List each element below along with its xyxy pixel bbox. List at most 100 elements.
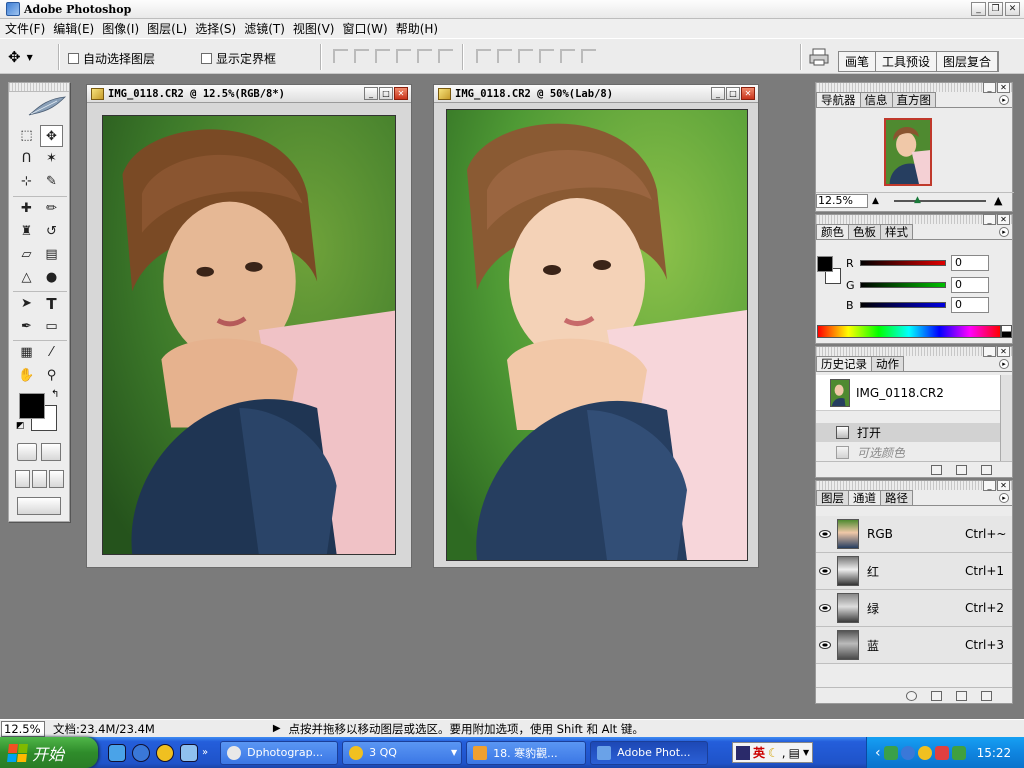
qq-penguin-icon[interactable] [156,743,174,762]
hand-tool-icon[interactable]: ✋ [15,365,38,387]
magic-wand-tool-icon[interactable]: ✶ [40,148,63,170]
palette-menu-icon[interactable]: ▸ [999,95,1009,105]
zoom-slider-thumb[interactable]: ▲ [914,195,921,205]
tab-color[interactable]: 颜色 [816,224,849,239]
palette-grip[interactable]: _ ✕ [816,480,1012,491]
menu-view[interactable]: 视图(V) [293,20,341,37]
distribute-vcenter-icon[interactable] [497,49,512,63]
ime-language-label[interactable]: 英 [753,744,765,761]
black-white-ramp[interactable] [1001,325,1012,338]
quick-launch-more-icon[interactable]: » [202,747,208,758]
new-channel-icon[interactable] [956,690,967,701]
tab-channels[interactable]: 通道 [848,490,881,505]
antivirus-icon[interactable] [934,745,949,760]
doc-close-button[interactable]: ✕ [394,87,408,100]
canvas-image-original[interactable] [102,115,396,555]
desktop-icon[interactable] [180,743,198,762]
new-document-from-state-icon[interactable] [931,464,942,475]
gradient-tool-icon[interactable]: ▤ [40,244,63,266]
tab-histogram[interactable]: 直方图 [891,92,936,107]
palette-menu-icon[interactable]: ▸ [999,493,1009,503]
tool-preset-picker[interactable]: ✥ ▼ [8,47,54,67]
load-channel-as-selection-icon[interactable] [906,690,917,701]
qq-tray-icon[interactable] [917,745,932,760]
well-tab-layer-comps[interactable]: 图层复合 [937,52,999,71]
punctuation-icon[interactable]: , [782,746,786,760]
menu-edit[interactable]: 编辑(E) [53,20,100,37]
blue-slider[interactable] [860,302,946,308]
color-spectrum-bar[interactable] [817,325,1012,338]
menu-window[interactable]: 窗口(W) [342,20,393,37]
eyedropper-tool-icon[interactable]: ⁄ [40,342,63,364]
trash-icon[interactable] [981,464,992,475]
navigator-zoom-field[interactable]: 12.5% [816,193,868,208]
minimize-button[interactable]: _ [971,2,986,16]
red-slider[interactable] [860,260,946,266]
tab-navigator[interactable]: 导航器 [816,92,861,107]
history-brush-tool-icon[interactable]: ↺ [40,221,63,243]
eye-icon[interactable] [819,567,831,575]
align-bottom-icon[interactable] [375,49,390,63]
tab-styles[interactable]: 样式 [880,224,913,239]
distribute-bottom-icon[interactable] [518,49,533,63]
crop-tool-icon[interactable]: ⊹ [15,171,38,193]
channel-row-rgb[interactable]: RGB Ctrl+~ [816,516,1012,553]
tray-expand-icon[interactable]: ‹ [875,745,881,761]
channel-row-blue[interactable]: 蓝 Ctrl+3 [816,627,1012,664]
doc-maximize-button[interactable]: □ [379,87,393,100]
distribute-right-icon[interactable] [581,49,596,63]
screen-mode-full-button[interactable] [49,470,64,488]
feather-logo-icon[interactable] [27,95,67,117]
tab-paths[interactable]: 路径 [880,490,913,505]
history-step-selective-color[interactable]: 可选颜色 [816,443,1000,462]
lasso-tool-icon[interactable]: ᑎ [15,148,38,170]
dodge-tool-icon[interactable]: ● [40,267,63,289]
palette-grip[interactable]: _ ✕ [816,82,1012,93]
eye-icon[interactable] [819,604,831,612]
menu-help[interactable]: 帮助(H) [396,20,444,37]
clone-stamp-tool-icon[interactable]: ♜ [15,221,38,243]
checkbox-box[interactable] [68,53,79,64]
tab-info[interactable]: 信息 [859,92,893,107]
document-window-adjusted[interactable]: IMG_0118.CR2 @ 50%(Lab/8) _ □ ✕ [433,84,759,568]
tab-swatches[interactable]: 色板 [848,224,881,239]
swap-colors-icon[interactable]: ↰ [51,389,59,400]
history-scrollbar[interactable] [1000,375,1012,461]
document-window-original[interactable]: IMG_0118.CR2 @ 12.5%(RGB/8*) _ □ ✕ [86,84,412,568]
green-slider[interactable] [860,282,946,288]
menu-select[interactable]: 选择(S) [195,20,242,37]
taskbar-item-qq[interactable]: 3 QQ ▼ [342,740,463,765]
doc-minimize-button[interactable]: _ [364,87,378,100]
move-tool-icon[interactable]: ✥ [40,125,63,147]
blur-tool-icon[interactable]: △ [15,267,38,289]
tab-layers[interactable]: 图层 [816,490,849,505]
close-button[interactable]: ✕ [1005,2,1020,16]
auto-select-layer-checkbox[interactable]: 自动选择图层 [68,50,155,67]
palette-grip[interactable]: _ ✕ [816,214,1012,225]
printer-icon[interactable] [808,47,830,67]
msn-tray-icon[interactable] [900,745,915,760]
start-button[interactable]: 开始 [0,737,98,768]
save-selection-as-channel-icon[interactable] [931,690,942,701]
channel-row-red[interactable]: 红 Ctrl+1 [816,553,1012,590]
jump-to-imageready-button[interactable] [17,497,61,515]
zoom-out-icon[interactable]: ▲ [872,196,879,206]
trash-icon[interactable] [981,690,992,701]
checkbox-box[interactable] [201,53,212,64]
eraser-tool-icon[interactable]: ▱ [15,244,38,266]
tab-actions[interactable]: 动作 [871,356,904,371]
canvas-image-adjusted[interactable] [446,109,748,561]
path-selection-tool-icon[interactable]: ➤ [15,293,38,315]
palette-menu-icon[interactable]: ▸ [999,359,1009,369]
align-right-icon[interactable] [438,49,453,63]
palette-grip[interactable]: _ ✕ [816,346,1012,357]
screen-mode-menu-button[interactable] [32,470,47,488]
align-left-icon[interactable] [396,49,411,63]
blue-value-input[interactable]: 0 [951,297,989,313]
zoom-tool-icon[interactable]: ⚲ [40,365,63,387]
pen-tool-icon[interactable]: ✒ [15,316,38,338]
toolbox-grip[interactable] [9,83,69,92]
security-icon[interactable] [951,745,966,760]
foreground-color-swatch[interactable] [19,393,45,419]
notes-tool-icon[interactable]: ▦ [15,342,38,364]
